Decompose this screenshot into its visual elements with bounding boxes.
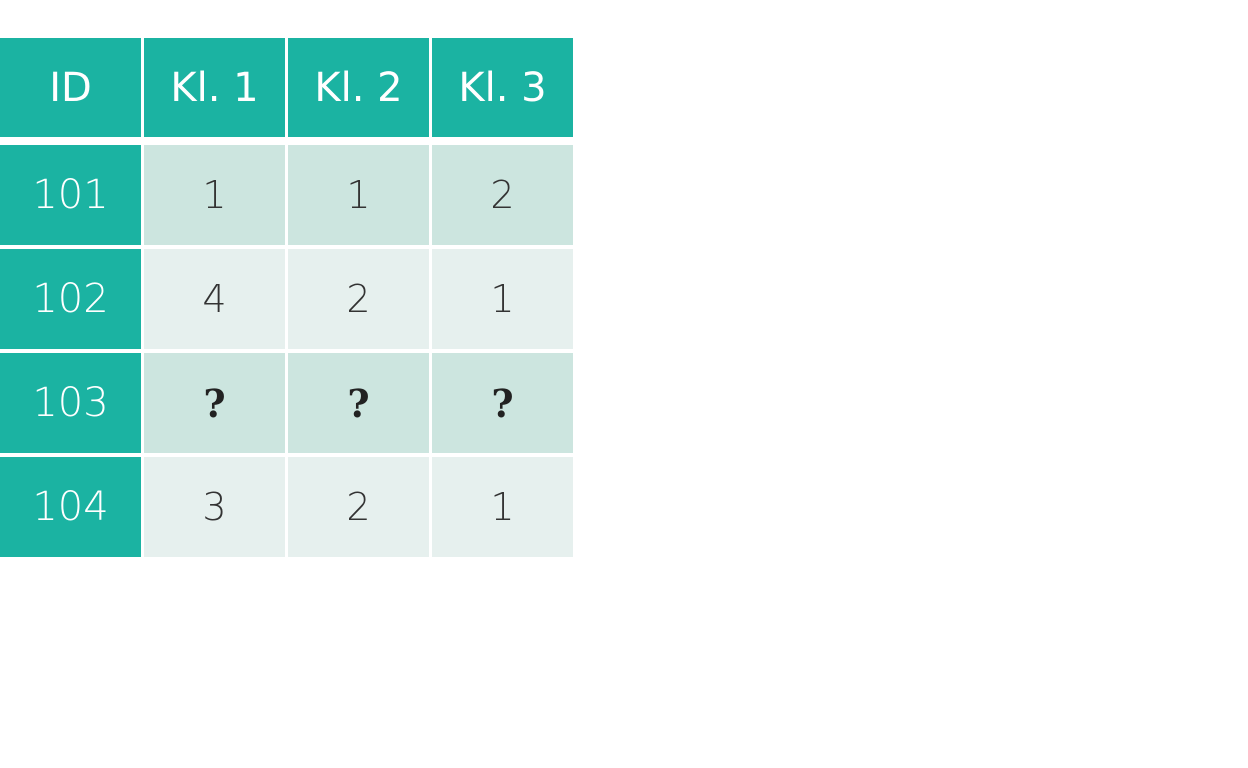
row-id-cell: 102 [0,249,141,349]
table-cell: 1 [288,145,429,245]
table-row: 104 3 2 1 [0,457,573,557]
header-kl2: Kl. 2 [288,38,429,137]
table-cell: 1 [432,249,573,349]
table-cell: 1 [144,145,285,245]
header-id: ID [0,38,141,137]
header-kl1: Kl. 1 [144,38,285,137]
row-id-cell: 101 [0,145,141,245]
table-cell: ? [144,353,285,453]
table-cell: 4 [144,249,285,349]
table-cell: 2 [288,457,429,557]
table-row: 103 ? ? ? [0,353,573,453]
table-cell: ? [288,353,429,453]
table-cell: ? [432,353,573,453]
table-cell: 1 [432,457,573,557]
table-cell: 2 [432,145,573,245]
row-id-cell: 104 [0,457,141,557]
table-cell: 3 [144,457,285,557]
table-header-row: ID Kl. 1 Kl. 2 Kl. 3 [0,38,573,137]
table-row: 102 4 2 1 [0,249,573,349]
table-cell: 2 [288,249,429,349]
header-kl3: Kl. 3 [432,38,573,137]
row-id-cell: 103 [0,353,141,453]
data-table: ID Kl. 1 Kl. 2 Kl. 3 101 1 1 2 102 4 2 1… [0,38,573,557]
table-row: 101 1 1 2 [0,145,573,245]
